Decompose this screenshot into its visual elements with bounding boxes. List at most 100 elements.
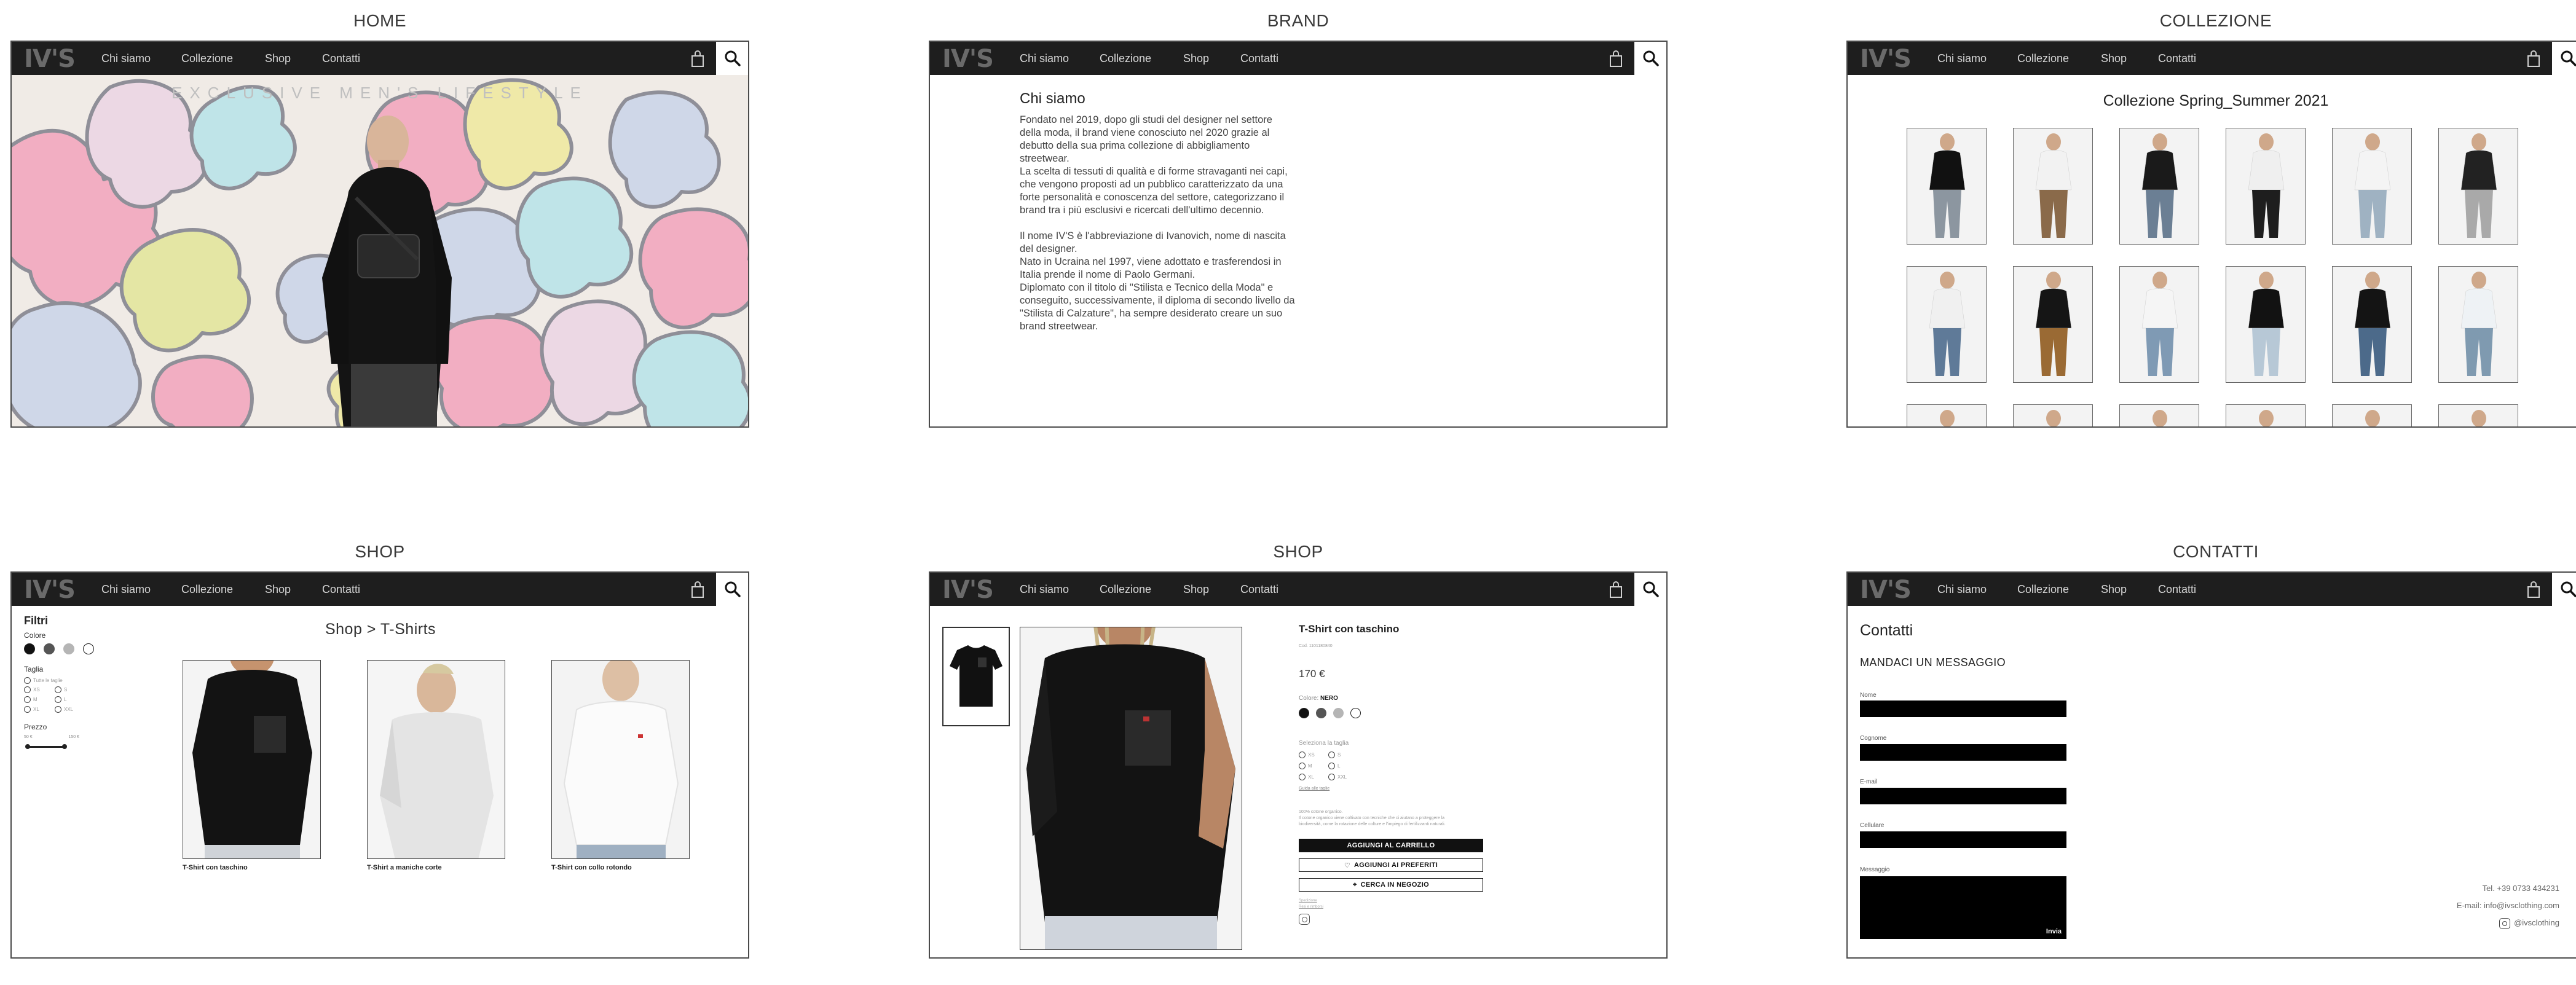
nav-item-contatti[interactable]: Contatti [1240,52,1278,65]
collection-item[interactable] [2013,266,2093,383]
nav-item-collezione[interactable]: Collezione [2017,52,2069,65]
nav-item-chi-siamo[interactable]: Chi siamo [1020,52,1069,65]
color-swatch[interactable] [83,643,94,654]
nav-item-shop[interactable]: Shop [2101,52,2127,65]
product-thumbnail[interactable] [942,627,1010,726]
logo[interactable]: IV'S [24,45,76,73]
nav-item-contatti[interactable]: Contatti [1240,583,1278,596]
nav-item-contatti[interactable]: Contatti [2158,52,2196,65]
first-name-field[interactable] [1860,700,2066,717]
collection-item[interactable] [2226,266,2306,383]
price-slider-max-handle[interactable] [62,744,67,749]
size-option[interactable]: XS [24,686,55,693]
email-field[interactable] [1860,788,2066,804]
product-image[interactable] [183,660,321,859]
nav-item-collezione[interactable]: Collezione [181,583,233,596]
nav-item-chi-siamo[interactable]: Chi siamo [101,583,151,596]
product-card[interactable]: T-Shirt con collo rotondo [551,660,690,871]
product-card[interactable]: T-Shirt con taschino [183,660,321,871]
collection-item[interactable] [2226,128,2306,245]
search-button[interactable] [1633,42,1666,75]
nav-item-collezione[interactable]: Collezione [2017,583,2069,596]
size-option[interactable]: M [1299,763,1328,769]
collection-item[interactable] [2438,266,2518,383]
color-swatch[interactable] [44,643,55,654]
product-image[interactable] [551,660,690,859]
nav-item-chi-siamo[interactable]: Chi siamo [1937,52,1987,65]
nav-item-contatti[interactable]: Contatti [2158,583,2196,596]
nav-item-shop[interactable]: Shop [1183,583,1209,596]
message-field[interactable]: Invia [1860,876,2066,939]
size-option[interactable]: XXL [55,706,85,713]
instagram-icon[interactable] [1299,914,1310,925]
search-button[interactable] [1633,573,1666,606]
nav-item-shop[interactable]: Shop [265,583,291,596]
collection-item[interactable] [2332,266,2412,383]
collection-item[interactable] [2438,128,2518,245]
color-swatch[interactable] [63,643,74,654]
shopping-bag-icon[interactable] [2526,50,2541,68]
size-option[interactable]: M [24,696,55,703]
phone-field[interactable] [1860,831,2066,848]
collection-item[interactable] [2013,404,2093,426]
product-image[interactable] [367,660,505,859]
price-slider[interactable] [24,742,67,750]
collection-item[interactable] [2013,128,2093,245]
product-name[interactable]: T-Shirt con taschino [183,864,321,871]
shopping-bag-icon[interactable] [1609,581,1623,598]
nav-item-contatti[interactable]: Contatti [322,52,360,65]
product-name[interactable]: T-Shirt a maniche corte [367,864,505,871]
collection-item[interactable] [1907,128,1987,245]
logo[interactable]: IV'S [1860,576,1912,603]
logo[interactable]: IV'S [942,45,994,73]
nav-item-shop[interactable]: Shop [265,52,291,65]
nav-item-collezione[interactable]: Collezione [1100,52,1151,65]
size-option[interactable]: S [1328,752,1358,758]
search-button[interactable] [715,42,748,75]
size-option[interactable]: XS [1299,752,1328,758]
price-slider-min-handle[interactable] [25,744,30,749]
shopping-bag-icon[interactable] [2526,581,2541,598]
logo[interactable]: IV'S [942,576,994,603]
nav-item-chi-siamo[interactable]: Chi siamo [101,52,151,65]
color-swatch[interactable] [1333,708,1344,718]
size-option[interactable]: L [1328,763,1358,769]
nav-item-shop[interactable]: Shop [2101,583,2127,596]
shopping-bag-icon[interactable] [690,581,705,598]
returns-link[interactable]: Resi e rimborsi [1299,904,1489,910]
size-option[interactable]: XL [1299,774,1328,780]
collection-item[interactable] [2119,404,2199,426]
collection-item[interactable] [2226,404,2306,426]
nav-item-collezione[interactable]: Collezione [1100,583,1151,596]
logo[interactable]: IV'S [24,576,76,603]
nav-item-collezione[interactable]: Collezione [181,52,233,65]
nav-item-shop[interactable]: Shop [1183,52,1209,65]
color-swatch[interactable] [1316,708,1326,718]
color-swatch[interactable] [1299,708,1309,718]
product-name[interactable]: T-Shirt con collo rotondo [551,864,690,871]
shipping-link[interactable]: Spedizione [1299,898,1489,904]
shopping-bag-icon[interactable] [1609,50,1623,68]
collection-item[interactable] [2119,266,2199,383]
size-guide-link[interactable]: Guida alle taglie [1299,787,1489,791]
last-name-field[interactable] [1860,744,2066,761]
contact-email[interactable]: E-mail: info@ivsclothing.com [2457,897,2559,914]
size-option[interactable]: XXL [1328,774,1358,780]
search-button[interactable] [2551,42,2576,75]
collection-item[interactable] [1907,266,1987,383]
collection-item[interactable] [2332,404,2412,426]
add-to-favorites-button[interactable]: ♡ AGGIUNGI AI PREFERITI [1299,858,1483,872]
add-to-cart-button[interactable]: AGGIUNGI AL CARRELLO [1299,839,1483,852]
color-swatch[interactable] [1350,708,1361,718]
search-button[interactable] [2551,573,2576,606]
nav-item-chi-siamo[interactable]: Chi siamo [1020,583,1069,596]
size-option[interactable]: XL [24,706,55,713]
color-swatch[interactable] [24,643,35,654]
collection-item[interactable] [2438,404,2518,426]
contact-instagram[interactable]: @ivsclothing [2457,914,2559,932]
find-in-store-button[interactable]: ⌖ CERCA IN NEGOZIO [1299,878,1483,892]
search-button[interactable] [715,573,748,606]
collection-item[interactable] [2332,128,2412,245]
logo[interactable]: IV'S [1860,45,1912,73]
nav-item-contatti[interactable]: Contatti [322,583,360,596]
